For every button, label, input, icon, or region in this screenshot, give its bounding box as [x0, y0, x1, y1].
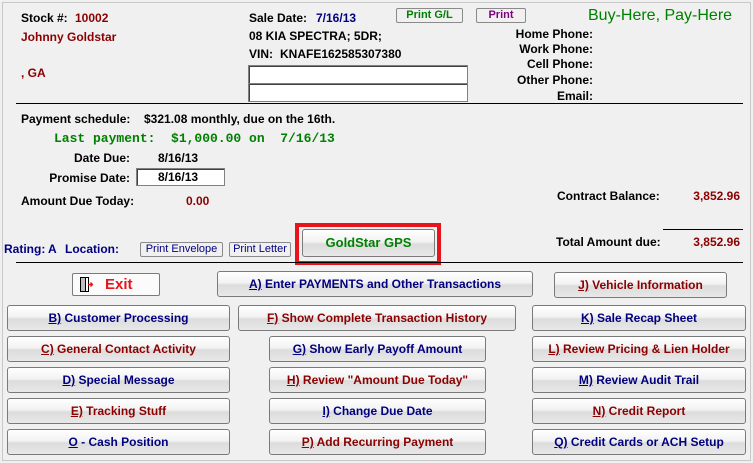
exit-label: Exit — [105, 276, 133, 293]
payment-schedule-label: Payment schedule: — [21, 112, 131, 126]
vehicle-information-button[interactable]: J) Vehicle Information — [554, 272, 727, 298]
amount-due-today-label: Amount Due Today: — [21, 194, 135, 208]
print-envelope-button[interactable]: Print Envelope — [140, 242, 223, 257]
review-amount-due-button[interactable]: H) Review "Amount Due Today" — [269, 367, 486, 393]
sale-date-label: Sale Date: — [249, 11, 308, 25]
sale-date: 7/16/13 — [316, 11, 357, 25]
contract-balance-value: 3,852.96 — [693, 189, 740, 203]
tracking-stuff-button[interactable]: E) Tracking Stuff — [7, 398, 230, 424]
location-label: Location: — [65, 242, 119, 256]
contract-balance-label: Contract Balance: — [557, 189, 660, 203]
cash-position-button[interactable]: O - Cash Position — [7, 429, 230, 455]
enter-payments-button[interactable]: A) Enter PAYMENTS and Other Transactions — [217, 271, 533, 297]
exit-button[interactable]: Exit — [72, 273, 160, 296]
date-due-value: 8/16/13 — [158, 151, 199, 165]
total-due-value: 3,852.96 — [693, 235, 740, 249]
actions-divider — [16, 262, 743, 263]
credit-cards-ach-button[interactable]: Q) Credit Cards or ACH Setup — [532, 429, 746, 455]
brand-title: Buy-Here, Pay-Here — [588, 7, 733, 24]
pricing-lien-holder-button[interactable]: L) Review Pricing & Lien Holder — [532, 336, 746, 362]
stock-number: 10002 — [75, 11, 109, 25]
customer-processing-button[interactable]: B) Customer Processing — [7, 305, 230, 331]
rating-value: A — [48, 242, 57, 256]
customer-location: , GA — [21, 66, 46, 80]
print-gl-button[interactable]: Print G/L — [396, 8, 463, 23]
total-rule — [663, 229, 743, 230]
address-field-2[interactable] — [248, 83, 468, 102]
exit-door-icon — [80, 277, 93, 292]
print-button[interactable]: Print — [476, 8, 526, 23]
vehicle-description: 08 KIA SPECTRA; 5DR; — [249, 29, 382, 43]
general-contact-button[interactable]: C) General Contact Activity — [7, 336, 230, 362]
date-due-label: Date Due: — [73, 151, 130, 165]
audit-trail-button[interactable]: M) Review Audit Trail — [532, 367, 746, 393]
work-phone-label: Work Phone: — [519, 42, 593, 56]
cell-phone-label: Cell Phone: — [526, 57, 593, 71]
vin-number: KNAFE162585307380 — [280, 47, 402, 61]
total-due-label: Total Amount due: — [556, 235, 661, 249]
change-due-date-button[interactable]: I) Change Due Date — [269, 398, 486, 424]
amount-due-today-value: 0.00 — [186, 194, 210, 208]
address-field-1[interactable] — [248, 65, 468, 84]
email-label: Email: — [556, 89, 593, 103]
sale-recap-button[interactable]: K) Sale Recap Sheet — [532, 305, 746, 331]
recurring-payment-button[interactable]: P) Add Recurring Payment — [269, 429, 486, 455]
goldstar-gps-button[interactable]: GoldStar GPS — [302, 229, 435, 257]
stock-label: Stock #: — [21, 11, 68, 25]
vin-label: VIN: — [249, 47, 273, 61]
home-phone-label: Home Phone: — [515, 27, 593, 41]
rating-label: Rating: — [4, 242, 46, 256]
early-payoff-button[interactable]: G) Show Early Payoff Amount — [269, 336, 486, 362]
last-payment: Last payment: $1,000.00 on 7/16/13 — [54, 131, 335, 146]
promise-date-field[interactable]: 8/16/13 — [136, 168, 225, 186]
other-phone-label: Other Phone: — [516, 73, 593, 87]
special-message-button[interactable]: D) Special Message — [7, 367, 230, 393]
credit-report-button[interactable]: N) Credit Report — [532, 398, 746, 424]
promise-date-label: Promise Date: — [49, 171, 130, 185]
customer-name: Johnny Goldstar — [21, 30, 117, 44]
payment-schedule-value: $321.08 monthly, due on the 16th. — [144, 112, 336, 126]
header-divider — [16, 103, 743, 104]
transaction-history-button[interactable]: F) Show Complete Transaction History — [238, 305, 516, 331]
print-letter-button[interactable]: Print Letter — [229, 242, 291, 257]
